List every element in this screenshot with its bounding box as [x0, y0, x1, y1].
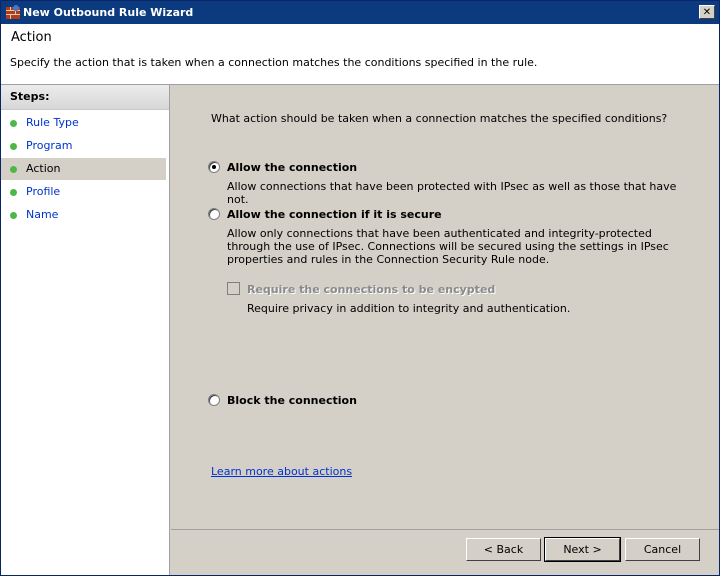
- allow-if-secure-description: Allow only connections that have been au…: [227, 227, 669, 266]
- block-connection-radio[interactable]: [208, 394, 220, 406]
- step-program[interactable]: Program: [1, 135, 166, 157]
- step-label: Program: [26, 139, 73, 152]
- action-question: What action should be taken when a conne…: [211, 112, 668, 125]
- allow-if-secure-radio[interactable]: [208, 208, 220, 220]
- page-title: Action: [11, 30, 52, 45]
- steps-heading: Steps:: [1, 85, 169, 110]
- allow-connection-label[interactable]: Allow the connection: [227, 161, 357, 174]
- require-encryption-label[interactable]: Require the connections to be encypted: [247, 283, 495, 296]
- step-status-icon: [10, 212, 17, 219]
- firewall-icon: [6, 5, 20, 19]
- steps-panel: Steps: Rule Type Program Action Profile …: [1, 85, 170, 575]
- step-profile[interactable]: Profile: [1, 181, 166, 203]
- window-title: New Outbound Rule Wizard: [23, 6, 194, 19]
- allow-connection-description: Allow connections that have been protect…: [227, 180, 677, 206]
- step-status-icon: [10, 120, 17, 127]
- block-connection-label[interactable]: Block the connection: [227, 394, 357, 407]
- title-bar[interactable]: New Outbound Rule Wizard ✕: [1, 1, 719, 24]
- step-label: Rule Type: [26, 116, 79, 129]
- step-status-icon: [10, 143, 17, 150]
- require-encryption-checkbox[interactable]: [227, 282, 240, 295]
- close-button[interactable]: ✕: [699, 5, 715, 19]
- action-content: What action should be taken when a conne…: [171, 85, 719, 535]
- footer-divider: [171, 529, 719, 530]
- page-header: Action Specify the action that is taken …: [1, 24, 719, 85]
- cancel-button[interactable]: Cancel: [625, 538, 700, 561]
- allow-if-secure-label[interactable]: Allow the connection if it is secure: [227, 208, 442, 221]
- wizard-window: New Outbound Rule Wizard ✕ Action Specif…: [0, 0, 720, 576]
- step-label: Profile: [26, 185, 61, 198]
- step-status-icon: [10, 166, 17, 173]
- step-status-icon: [10, 189, 17, 196]
- learn-more-link[interactable]: Learn more about actions: [211, 465, 352, 478]
- next-button[interactable]: Next >: [544, 537, 621, 562]
- require-encryption-description: Require privacy in addition to integrity…: [247, 302, 571, 315]
- step-rule-type[interactable]: Rule Type: [1, 112, 166, 134]
- page-description: Specify the action that is taken when a …: [10, 56, 538, 69]
- step-label: Name: [26, 208, 59, 221]
- step-label: Action: [26, 162, 61, 175]
- back-button[interactable]: < Back: [466, 538, 541, 561]
- allow-connection-radio[interactable]: [208, 161, 220, 173]
- step-name[interactable]: Name: [1, 204, 166, 226]
- step-action[interactable]: Action: [1, 158, 166, 180]
